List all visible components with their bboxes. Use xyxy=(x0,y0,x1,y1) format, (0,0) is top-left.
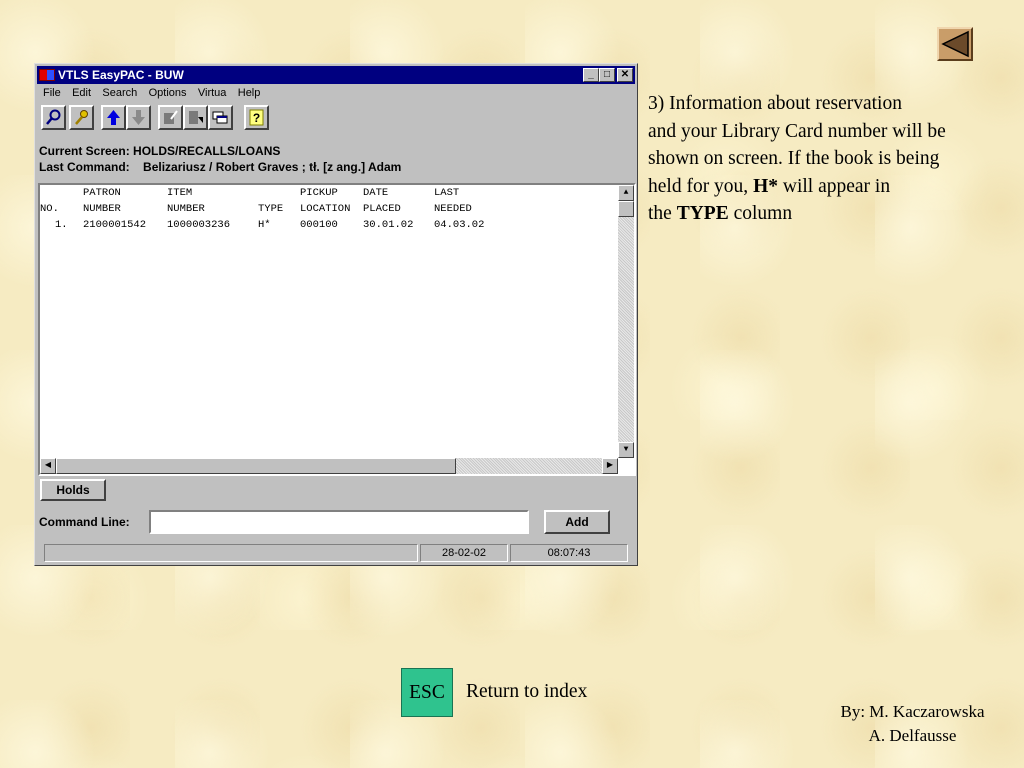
instruction-line: the TYPE column xyxy=(648,200,1018,228)
type-column-highlight: TYPE xyxy=(676,203,729,224)
menu-file[interactable]: File xyxy=(39,85,65,101)
instruction-fragment: will appear in xyxy=(777,175,891,197)
current-screen-label: Current Screen: xyxy=(39,144,130,158)
app-window: VTLS EasyPAC - BUW _ □ ✕ File Edit Searc… xyxy=(34,63,638,566)
credits: By: M. Kaczarowska A. Delfausse xyxy=(790,700,1024,748)
document-button[interactable] xyxy=(183,105,208,130)
instruction-line: 3) Information about reservation xyxy=(648,93,902,114)
close-button[interactable]: ✕ xyxy=(617,68,633,82)
window-title: VTLS EasyPAC - BUW xyxy=(58,68,184,82)
col-header-top: PICKUP xyxy=(300,187,338,199)
instruction-line: shown on screen. If the book is being xyxy=(648,148,940,169)
search-button[interactable] xyxy=(41,105,66,130)
scroll-right-button[interactable]: ▶ xyxy=(602,458,618,474)
document-arrow-icon xyxy=(189,111,203,124)
command-line-input[interactable] xyxy=(149,510,529,534)
scroll-left-button[interactable]: ◀ xyxy=(40,458,56,474)
col-header-top: PATRON xyxy=(83,187,121,199)
col-header-date-placed: PLACED xyxy=(363,203,401,215)
menu-options[interactable]: Options xyxy=(145,85,191,101)
col-header-patron-number: NUMBER xyxy=(83,203,121,215)
instruction-fragment: the xyxy=(648,203,677,224)
help-icon: ? xyxy=(249,109,264,126)
key-button[interactable] xyxy=(69,105,94,130)
col-header-type: TYPE xyxy=(258,203,284,215)
edit-document-icon xyxy=(164,110,178,124)
minimize-button[interactable]: _ xyxy=(583,68,599,82)
arrow-up-icon xyxy=(107,110,120,125)
row-no: 1. xyxy=(55,219,68,231)
status-bar: 28-02-02 08:07:43 xyxy=(38,543,634,563)
horizontal-scroll-thumb[interactable] xyxy=(56,458,456,474)
menu-help[interactable]: Help xyxy=(234,85,265,101)
col-header-top: DATE xyxy=(363,187,389,199)
next-button[interactable] xyxy=(126,105,151,130)
credits-line: By: M. Kaczarowska xyxy=(840,702,985,721)
instruction-line: and your Library Card number will be xyxy=(648,120,946,142)
col-header-top: ITEM xyxy=(167,187,193,199)
previous-button[interactable] xyxy=(101,105,126,130)
row-item-number: 1000003236 xyxy=(167,219,231,231)
col-header-last-needed: NEEDED xyxy=(434,203,472,215)
scroll-up-button[interactable]: ▲ xyxy=(618,185,634,201)
holds-results-panel[interactable]: PATRON ITEM PICKUP DATE LAST NO. NUMBER … xyxy=(38,183,636,476)
credits-line: A. Delfausse xyxy=(868,726,957,745)
command-line-label: Command Line: xyxy=(39,515,130,529)
col-header-top: LAST xyxy=(434,187,460,199)
row-date-placed: 30.01.02 xyxy=(363,219,414,231)
menu-edit[interactable]: Edit xyxy=(68,85,95,101)
last-command-label: Last Command: xyxy=(39,160,130,174)
col-header-pickup-location: LOCATION xyxy=(300,203,351,215)
menu-bar: File Edit Search Options Virtua Help xyxy=(39,85,264,103)
col-header-no: NO. xyxy=(40,203,59,215)
row-patron-number: 2100001542 xyxy=(83,219,147,231)
help-button[interactable]: ? xyxy=(244,105,269,130)
horizontal-scrollbar[interactable]: ◀ ▶ xyxy=(40,458,618,474)
holds-button[interactable]: Holds xyxy=(40,479,106,501)
windows-icon xyxy=(212,111,228,124)
add-button[interactable]: Add xyxy=(544,510,610,534)
current-screen-value: HOLDS/RECALLS/LOANS xyxy=(133,144,281,158)
col-header-item-number: NUMBER xyxy=(167,203,205,215)
menu-virtua[interactable]: Virtua xyxy=(194,85,231,101)
search-icon xyxy=(46,109,61,125)
title-bar[interactable]: VTLS EasyPAC - BUW _ □ ✕ xyxy=(37,66,635,84)
vertical-scrollbar[interactable]: ▲ ▼ xyxy=(618,185,634,458)
instruction-line: held for you, H* will appear in xyxy=(648,173,1018,201)
instruction-text: 3) Information about reservation and you… xyxy=(648,90,1018,228)
row-last-needed: 04.03.02 xyxy=(434,219,485,231)
status-date: 28-02-02 xyxy=(420,544,508,562)
back-button[interactable] xyxy=(937,27,973,61)
vertical-scroll-thumb[interactable] xyxy=(618,201,634,217)
key-icon xyxy=(75,110,88,125)
row-type: H* xyxy=(258,219,271,231)
instruction-fragment: column xyxy=(728,203,793,224)
windows-button[interactable] xyxy=(208,105,233,130)
status-message xyxy=(44,544,418,562)
last-command-value: Belizariusz / Robert Graves ; tł. [z ang… xyxy=(143,160,402,174)
scroll-down-button[interactable]: ▼ xyxy=(618,442,634,458)
status-time: 08:07:43 xyxy=(510,544,628,562)
svg-text:?: ? xyxy=(253,111,260,125)
return-to-index-link[interactable]: Return to index xyxy=(466,681,587,703)
edit-record-button[interactable] xyxy=(158,105,183,130)
menu-search[interactable]: Search xyxy=(98,85,141,101)
esc-button[interactable]: ESC xyxy=(401,668,453,717)
instruction-fragment: held for you, xyxy=(648,175,754,197)
app-icon xyxy=(39,69,55,81)
arrow-down-icon xyxy=(132,110,145,125)
row-pickup-location: 000100 xyxy=(300,219,338,231)
back-triangle-icon xyxy=(941,30,969,58)
maximize-button[interactable]: □ xyxy=(599,68,615,82)
command-info: Current Screen: HOLDS/RECALLS/LOANS Last… xyxy=(39,143,401,175)
type-code-highlight: H* xyxy=(753,175,778,197)
